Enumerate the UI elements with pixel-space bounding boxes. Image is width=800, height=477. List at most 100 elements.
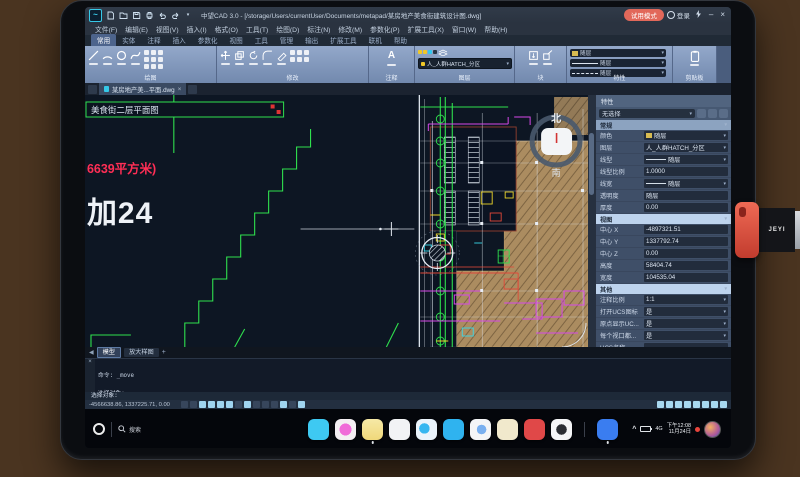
ribbon-tab-view[interactable]: 视图: [224, 34, 249, 46]
status-toggle-icon[interactable]: [253, 401, 260, 408]
sync-icon[interactable]: [693, 10, 704, 20]
mtext-tool-icon[interactable]: A: [387, 48, 396, 66]
ribbon-tab-annotate[interactable]: 注释: [141, 34, 166, 46]
ribbon-tab-online[interactable]: 联机: [363, 34, 388, 46]
status-toggle-icon[interactable]: [199, 401, 206, 408]
redo-icon[interactable]: [170, 10, 180, 20]
status-toggle-icon[interactable]: [181, 401, 188, 408]
status-tool-icon[interactable]: [693, 401, 700, 408]
copy-tool-icon[interactable]: [234, 48, 245, 65]
scrollbar-thumb[interactable]: [589, 133, 594, 195]
tab-close-icon[interactable]: ×: [178, 86, 182, 93]
dock-app-icon[interactable]: [470, 419, 491, 440]
menu-modify[interactable]: 修改(M): [334, 24, 366, 34]
status-toggle-icon[interactable]: [298, 401, 305, 408]
ribbon-tab-tools[interactable]: 工具: [249, 34, 274, 46]
circle-tool-icon[interactable]: [116, 48, 127, 65]
undo-icon[interactable]: [157, 10, 167, 20]
menu-window[interactable]: 窗口(W): [448, 24, 481, 34]
status-tool-icon[interactable]: [666, 401, 673, 408]
status-toggle-icon[interactable]: [271, 401, 278, 408]
status-toggle-icon[interactable]: [208, 401, 215, 408]
section-view[interactable]: 视图▾: [596, 214, 731, 224]
dock-app-zwcad-icon[interactable]: [597, 419, 618, 440]
ribbon-tab-insert[interactable]: 插入: [167, 34, 192, 46]
command-close-icon[interactable]: ×: [85, 359, 95, 392]
ribbon-tab-output[interactable]: 输出: [299, 34, 324, 46]
menu-format[interactable]: 格式(O): [211, 24, 242, 34]
menu-help[interactable]: 帮助(H): [480, 24, 511, 34]
save-icon[interactable]: [131, 10, 141, 20]
paste-icon[interactable]: [689, 48, 701, 66]
status-tool-icon[interactable]: [702, 401, 709, 408]
section-misc[interactable]: 其他▾: [596, 284, 731, 294]
quick-select-icon[interactable]: [697, 109, 706, 118]
select-objects-icon[interactable]: [708, 109, 717, 118]
tab-list-button[interactable]: [88, 85, 97, 94]
vertical-scrollbar[interactable]: [588, 95, 595, 347]
status-toggle-icon[interactable]: [190, 401, 197, 408]
print-icon[interactable]: [144, 10, 154, 20]
ribbon-tab-home[interactable]: 常用: [91, 34, 116, 46]
dock-app-icon[interactable]: [308, 419, 329, 440]
ribbon-tab-parametric[interactable]: 参数化: [192, 34, 224, 46]
dock-app-icon[interactable]: [389, 419, 410, 440]
dock-app-icon[interactable]: [497, 419, 518, 440]
move-tool-icon[interactable]: [220, 48, 231, 65]
selection-filter-dropdown[interactable]: 无选择▾: [599, 109, 695, 118]
status-toggle-icon[interactable]: [289, 401, 296, 408]
add-layout-icon[interactable]: +: [162, 349, 166, 356]
menu-express[interactable]: 扩展工具(X): [404, 24, 448, 34]
menu-edit[interactable]: 编辑(E): [121, 24, 152, 34]
layer-dropdown[interactable]: 人_人群HATCH_分区 ▾: [418, 58, 512, 69]
trial-mode-button[interactable]: 试用模式: [624, 9, 664, 21]
new-file-icon[interactable]: [105, 10, 115, 20]
status-toggle-icon[interactable]: [244, 401, 251, 408]
arc-tool-icon[interactable]: [102, 48, 113, 65]
user-avatar[interactable]: [704, 421, 721, 438]
menu-tools[interactable]: 工具(T): [242, 24, 272, 34]
status-tool-icon[interactable]: [684, 401, 691, 408]
dock-app-icon[interactable]: [335, 419, 356, 440]
status-toggle-icon[interactable]: [226, 401, 233, 408]
insert-block-icon[interactable]: [528, 48, 539, 65]
status-toggle-icon[interactable]: [217, 401, 224, 408]
line-tool-icon[interactable]: [88, 48, 99, 65]
qat-dropdown-icon[interactable]: ▾: [183, 10, 193, 20]
fillet-tool-icon[interactable]: [262, 48, 273, 65]
status-tool-icon[interactable]: [675, 401, 682, 408]
dock-app-icon[interactable]: [443, 419, 464, 440]
draw-more-tools[interactable]: [144, 48, 163, 69]
clock[interactable]: 下午12:08 11月24日: [667, 423, 691, 435]
new-tab-button[interactable]: [188, 85, 197, 94]
open-folder-icon[interactable]: [118, 10, 128, 20]
section-general[interactable]: 常规▾: [596, 120, 731, 130]
dock-app-icon[interactable]: [416, 419, 437, 440]
close-button[interactable]: ×: [718, 11, 727, 19]
layout-nav-icon[interactable]: ◀: [89, 349, 94, 356]
cad-canvas[interactable]: 北 南 美食街二层平面图: [85, 95, 588, 347]
menu-insert[interactable]: 插入(I): [183, 24, 211, 34]
command-prompt[interactable]: 选择对象:: [85, 392, 731, 400]
status-toggle-icon[interactable]: [235, 401, 242, 408]
modify-more-tools[interactable]: [290, 48, 309, 62]
dock-app-icon[interactable]: [551, 419, 572, 440]
selection-label[interactable]: 美食街二层平面图: [86, 102, 284, 117]
toggle-pickadd-icon[interactable]: [719, 109, 728, 118]
layer-state-icons[interactable]: [418, 48, 511, 56]
search-widget[interactable]: 搜索: [118, 425, 141, 434]
menu-draw[interactable]: 绘图(D): [272, 24, 303, 34]
status-tool-icon[interactable]: [657, 401, 664, 408]
menu-parametric[interactable]: 参数化(P): [366, 24, 403, 34]
status-toggle-icon[interactable]: [280, 401, 287, 408]
dock-app-icon[interactable]: [524, 419, 545, 440]
color-dropdown[interactable]: 随层▾: [570, 49, 666, 57]
menu-view[interactable]: 视图(V): [152, 24, 183, 34]
ribbon-tab-manage[interactable]: 管理: [274, 34, 299, 46]
ribbon-tab-express[interactable]: 扩展工具: [324, 34, 362, 46]
status-toggle-icon[interactable]: [262, 401, 269, 408]
home-button[interactable]: [93, 423, 105, 435]
status-tool-icon[interactable]: [720, 401, 727, 408]
lineweight-dropdown[interactable]: 随层▾: [570, 59, 666, 67]
rotate-tool-icon[interactable]: [248, 48, 259, 65]
